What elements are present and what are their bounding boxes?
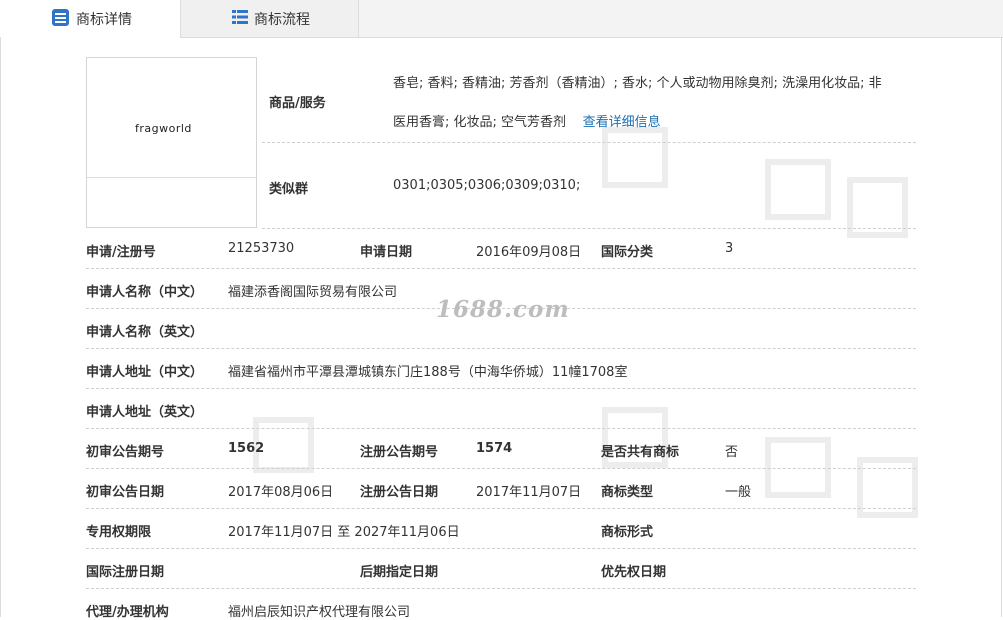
divider <box>86 548 916 549</box>
goods-services-line1: 香皂; 香料; 香精油; 芳香剂（香精油）; 香水; 个人或动物用除臭剂; 洗澡… <box>393 76 882 91</box>
reg-no-label: 申请/注册号 <box>86 245 156 260</box>
similar-group-label: 类似群 <box>269 182 309 197</box>
agent-label: 代理/办理机构 <box>86 605 169 620</box>
tab-label: 商标流程 <box>254 11 310 28</box>
divider <box>262 228 916 229</box>
shared-value: 否 <box>725 445 739 460</box>
goods-services-label: 商品/服务 <box>269 96 326 111</box>
divider <box>86 468 916 469</box>
similar-group-value: 0301;0305;0306;0309;0310; <box>393 178 581 193</box>
reg-pub-no-label: 注册公告期号 <box>360 445 439 460</box>
later-designation-label: 后期指定日期 <box>360 565 439 580</box>
tab-bar: 商标详情 商标流程 <box>0 0 1003 38</box>
form-icon <box>51 8 70 31</box>
intl-class-value: 3 <box>725 241 734 256</box>
exclusive-period-label: 专用权期限 <box>86 525 152 540</box>
agent-value: 福州启辰知识产权代理有限公司 <box>228 605 411 620</box>
address-cn-value: 福建省福州市平潭县潭城镇东门庄188号（中海华侨城）11幢1708室 <box>228 365 628 380</box>
prelim-pub-date-value: 2017年08月06日 <box>228 485 334 500</box>
intl-reg-date-label: 国际注册日期 <box>86 565 165 580</box>
prelim-pub-no-label: 初审公告期号 <box>86 445 165 460</box>
intl-class-label: 国际分类 <box>601 245 654 260</box>
logo-divider <box>87 177 256 178</box>
applicant-cn-value: 福建添香阁国际贸易有限公司 <box>228 285 398 300</box>
divider <box>86 508 916 509</box>
shared-label: 是否共有商标 <box>601 445 680 460</box>
divider <box>86 348 916 349</box>
list-icon <box>232 9 248 29</box>
prelim-pub-no-value: 1562 <box>228 441 265 456</box>
applicant-en-label: 申请人名称（英文） <box>86 325 204 340</box>
tab-trademark-process[interactable]: 商标流程 <box>181 0 359 37</box>
tab-trademark-details[interactable]: 商标详情 <box>0 0 181 38</box>
priority-date-label: 优先权日期 <box>601 565 667 580</box>
divider <box>86 428 916 429</box>
tm-type-label: 商标类型 <box>601 485 654 500</box>
reg-no-value: 21253730 <box>228 241 295 256</box>
divider <box>86 388 916 389</box>
view-details-link[interactable]: 查看详细信息 <box>583 115 661 130</box>
logo-text: fragworld <box>135 122 192 135</box>
applicant-cn-label: 申请人名称（中文） <box>86 285 204 300</box>
reg-pub-no-value: 1574 <box>476 441 513 456</box>
prelim-pub-date-label: 初审公告日期 <box>86 485 165 500</box>
reg-pub-date-label: 注册公告日期 <box>360 485 439 500</box>
trademark-logo-image: fragworld <box>86 57 257 228</box>
divider <box>86 588 916 589</box>
apply-date-value: 2016年09月08日 <box>476 245 582 260</box>
apply-date-label: 申请日期 <box>360 245 413 260</box>
reg-pub-date-value: 2017年11月07日 <box>476 485 582 500</box>
divider <box>86 268 916 269</box>
exclusive-period-value: 2017年11月07日 至 2027年11月06日 <box>228 525 460 540</box>
divider <box>262 142 916 143</box>
address-cn-label: 申请人地址（中文） <box>86 365 204 380</box>
site-watermark: 1688.com <box>436 296 570 323</box>
goods-services-line2: 医用香膏; 化妆品; 空气芳香剂 查看详细信息 <box>393 115 661 130</box>
tab-label: 商标详情 <box>76 12 132 28</box>
address-en-label: 申请人地址（英文） <box>86 405 204 420</box>
tm-type-value: 一般 <box>725 485 752 500</box>
tm-form-label: 商标形式 <box>601 525 654 540</box>
